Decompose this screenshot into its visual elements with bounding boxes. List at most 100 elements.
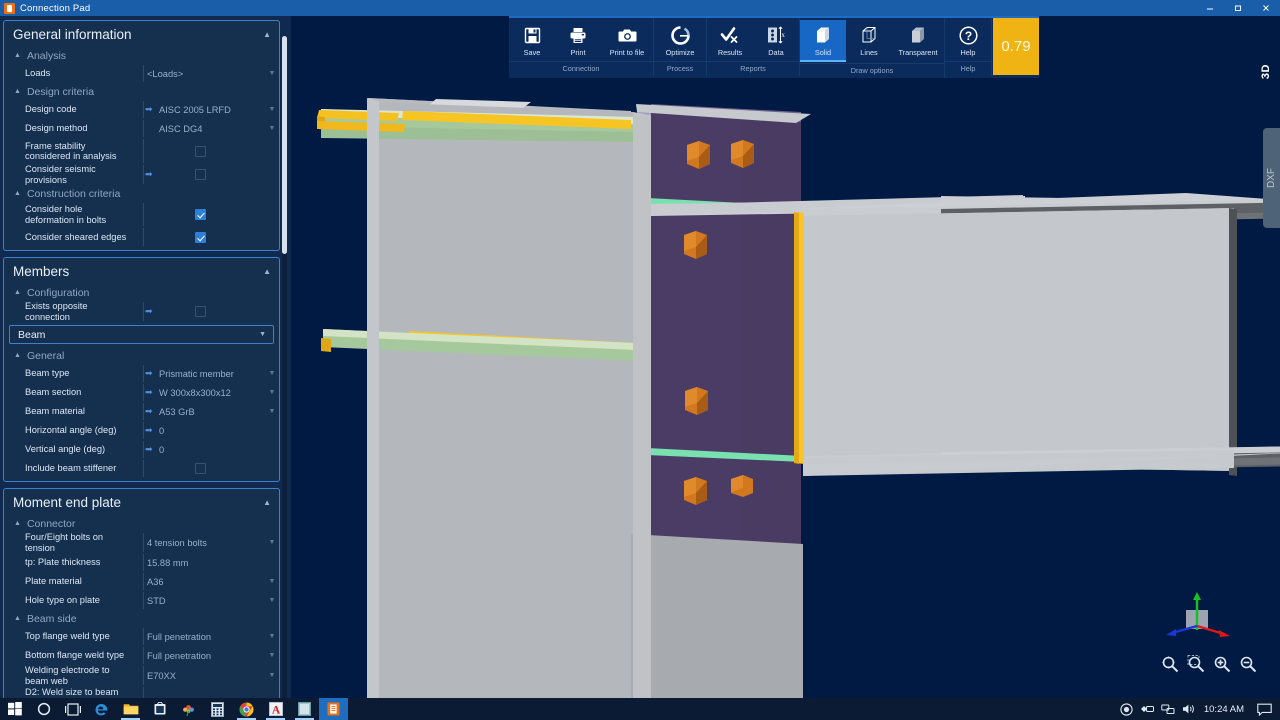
- sidebar-scrollbar[interactable]: [282, 36, 287, 700]
- row-loads[interactable]: Loads <Loads> ▼: [4, 64, 279, 83]
- group-construction-criteria[interactable]: ▲ Construction criteria: [4, 185, 279, 202]
- utilization-ratio-badge[interactable]: 0.79: [993, 18, 1039, 75]
- chevron-up-icon[interactable]: ▲: [263, 267, 271, 276]
- row-value[interactable]: AISC DG4: [137, 124, 265, 134]
- notes-taskbar-icon[interactable]: [290, 698, 319, 720]
- row-value[interactable]: Prismatic member: [137, 369, 265, 379]
- row-welding-electrode-beam-web[interactable]: Welding electrode to beam web E70XX ▼: [4, 665, 279, 686]
- seismic-provisions-checkbox[interactable]: [195, 169, 206, 180]
- row-horizontal-angle[interactable]: Horizontal angle (deg) ➡ 0: [4, 421, 279, 440]
- row-top-flange-weld-type[interactable]: Top flange weld type Full penetration ▼: [4, 627, 279, 646]
- photos-taskbar-icon[interactable]: [174, 698, 203, 720]
- panel-header-members[interactable]: Members ▲: [4, 258, 279, 284]
- print-to-file-button[interactable]: Print to file: [601, 20, 653, 60]
- sidebar-scrollbar-thumb[interactable]: [282, 36, 287, 254]
- chevron-down-icon[interactable]: ▼: [265, 370, 279, 377]
- row-value[interactable]: 0: [137, 445, 279, 455]
- chrome-taskbar-icon[interactable]: [232, 698, 261, 720]
- group-configuration[interactable]: ▲ Configuration: [4, 284, 279, 301]
- zoom-extents-icon[interactable]: [1160, 654, 1180, 674]
- draw-mode-solid-button[interactable]: Solid: [800, 20, 846, 62]
- draw-mode-transparent-button[interactable]: Transparent: [892, 20, 944, 62]
- row-vertical-angle[interactable]: Vertical angle (deg) ➡ 0: [4, 440, 279, 459]
- chevron-down-icon[interactable]: ▼: [265, 597, 279, 604]
- row-seismic-provisions[interactable]: Consider seismic provisions ➡: [4, 164, 279, 185]
- row-include-beam-stiffener[interactable]: Include beam stiffener: [4, 459, 279, 478]
- frame-stability-checkbox[interactable]: [195, 146, 206, 157]
- row-value[interactable]: STD: [137, 596, 265, 606]
- row-hole-type-on-plate[interactable]: Hole type on plate STD ▼: [4, 591, 279, 610]
- chevron-tray-icon[interactable]: [1137, 698, 1158, 720]
- taskbar-clock[interactable]: 10:24 AM: [1200, 704, 1252, 715]
- row-beam-type[interactable]: Beam type ➡ Prismatic member ▼: [4, 364, 279, 383]
- row-design-method[interactable]: Design method AISC DG4 ▼: [4, 119, 279, 138]
- minimize-button[interactable]: [1196, 0, 1224, 16]
- row-hole-deformation[interactable]: Consider hole deformation in bolts: [4, 202, 279, 227]
- row-bolts-on-tension[interactable]: Four/Eight bolts on tension 4 tension bo…: [4, 532, 279, 553]
- chevron-down-icon[interactable]: ▼: [265, 125, 279, 132]
- print-button[interactable]: Print: [555, 20, 601, 60]
- row-frame-stability[interactable]: Frame stability considered in analysis: [4, 138, 279, 164]
- chevron-down-icon[interactable]: ▼: [265, 578, 279, 585]
- panel-header-general-information[interactable]: General information ▲: [4, 21, 279, 47]
- include-beam-stiffener-checkbox[interactable]: [195, 463, 206, 474]
- task-view-button[interactable]: [58, 698, 87, 720]
- chevron-down-icon[interactable]: ▼: [265, 106, 279, 113]
- group-connector[interactable]: ▲ Connector: [4, 515, 279, 532]
- row-value[interactable]: A36: [137, 577, 265, 587]
- exists-opposite-connection-checkbox[interactable]: [195, 306, 206, 317]
- save-button[interactable]: Save: [509, 20, 555, 60]
- network-icon[interactable]: [1158, 698, 1179, 720]
- chevron-down-icon[interactable]: ▼: [265, 70, 279, 77]
- row-value[interactable]: 15.88 mm: [137, 558, 279, 568]
- data-button[interactable]: x Data: [753, 20, 799, 60]
- model-viewport-3d[interactable]: Save Print Print to file: [291, 16, 1280, 698]
- chevron-down-icon[interactable]: ▼: [265, 408, 279, 415]
- speaker-icon[interactable]: [1179, 698, 1200, 720]
- close-button[interactable]: [1252, 0, 1280, 16]
- row-plate-thickness[interactable]: tp: Plate thickness 15.88 mm: [4, 553, 279, 572]
- row-value[interactable]: E70XX: [137, 671, 265, 681]
- row-design-code[interactable]: Design code ➡ AISC 2005 LRFD ▼: [4, 100, 279, 119]
- row-bottom-flange-weld-type[interactable]: Bottom flange weld type Full penetration…: [4, 646, 279, 665]
- autocad-taskbar-icon[interactable]: A: [261, 698, 290, 720]
- draw-mode-lines-button[interactable]: Lines: [846, 20, 892, 62]
- row-value[interactable]: W 300x8x300x12: [137, 388, 265, 398]
- row-plate-material[interactable]: Plate material A36 ▼: [4, 572, 279, 591]
- row-value[interactable]: <Loads>: [137, 69, 265, 79]
- row-beam-material[interactable]: Beam material ➡ A53 GrB ▼: [4, 402, 279, 421]
- start-button[interactable]: [0, 698, 29, 720]
- chevron-down-icon[interactable]: ▼: [265, 652, 279, 659]
- edge-taskbar-icon[interactable]: [87, 698, 116, 720]
- row-exists-opposite-connection[interactable]: Exists opposite connection ➡: [4, 301, 279, 322]
- panel-header-moment-end-plate[interactable]: Moment end plate ▲: [4, 489, 279, 515]
- row-beam-section[interactable]: Beam section ➡ W 300x8x300x12 ▼: [4, 383, 279, 402]
- zoom-in-icon[interactable]: [1212, 654, 1232, 674]
- chevron-down-icon[interactable]: ▼: [265, 672, 279, 679]
- chevron-down-icon[interactable]: ▼: [265, 539, 279, 546]
- row-sheared-edges[interactable]: Consider sheared edges: [4, 227, 279, 247]
- chevron-up-icon[interactable]: ▲: [263, 30, 271, 39]
- notification-icon[interactable]: [1252, 698, 1276, 720]
- subheader-beam[interactable]: Beam ▼: [9, 325, 274, 344]
- zoom-window-icon[interactable]: [1186, 654, 1206, 674]
- group-beam-general[interactable]: ▲ General: [4, 347, 279, 364]
- results-button[interactable]: Results: [707, 20, 753, 60]
- row-value[interactable]: Full penetration: [137, 651, 265, 661]
- sheared-edges-checkbox[interactable]: [195, 232, 206, 243]
- row-value[interactable]: Full penetration: [137, 632, 265, 642]
- chevron-down-icon[interactable]: ▼: [259, 331, 266, 338]
- chevron-up-icon[interactable]: ▲: [263, 498, 271, 507]
- file-explorer-taskbar-icon[interactable]: [116, 698, 145, 720]
- optimize-button[interactable]: Optimize: [654, 20, 706, 60]
- row-value[interactable]: 4 tension bolts: [137, 538, 265, 548]
- row-value[interactable]: AISC 2005 LRFD: [137, 105, 265, 115]
- group-design-criteria[interactable]: ▲ Design criteria: [4, 83, 279, 100]
- zoom-out-icon[interactable]: [1238, 654, 1258, 674]
- dxf-tab[interactable]: DXF: [1263, 128, 1280, 228]
- row-value[interactable]: 0: [137, 426, 279, 436]
- hole-deformation-checkbox[interactable]: [195, 209, 206, 220]
- calculator-taskbar-icon[interactable]: [203, 698, 232, 720]
- chevron-down-icon[interactable]: ▼: [265, 633, 279, 640]
- restore-button[interactable]: [1224, 0, 1252, 16]
